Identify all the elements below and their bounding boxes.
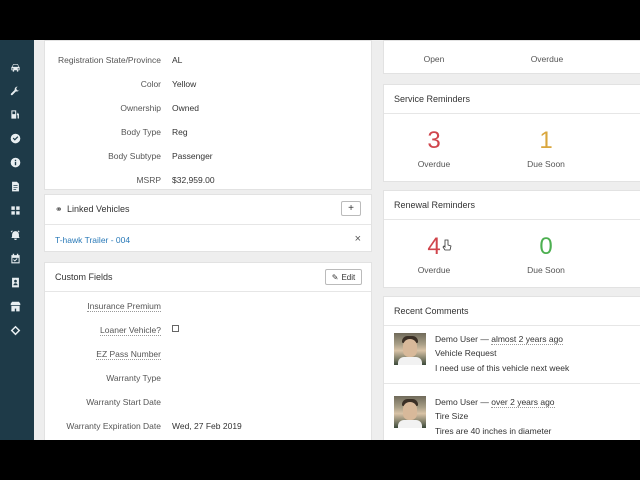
alarm-icon[interactable] — [8, 227, 22, 241]
service-reminders-title: Service Reminders — [394, 94, 471, 104]
comment-author[interactable]: Demo User — over 2 years ago — [435, 397, 555, 408]
renewal-due-soon-label: Due Soon — [527, 265, 565, 275]
remove-linked-vehicle-icon[interactable]: × — [355, 233, 361, 245]
car-icon[interactable] — [8, 60, 22, 74]
custom-fields-card: Custom Fields ✎ Edit Insurance Premium L… — [44, 262, 372, 440]
document-icon[interactable] — [8, 179, 22, 193]
custom-field-label: Warranty Type — [106, 373, 161, 383]
linked-vehicles-card: ⚭ Linked Vehicles + T-hawk Trailer - 004… — [44, 194, 372, 252]
service-overdue-count[interactable]: 3 — [404, 127, 464, 155]
comment-subject: Tire Size — [435, 411, 469, 421]
shop-icon[interactable] — [8, 299, 22, 313]
fuel-icon[interactable] — [8, 107, 22, 121]
detail-value: Owned — [172, 103, 199, 113]
detail-value: AL — [172, 55, 183, 65]
detail-label: Registration State/Province — [58, 55, 161, 65]
detail-value: $32,959.00 — [172, 175, 215, 185]
link-icon: ⚭ — [55, 204, 63, 214]
overdue-label: Overdue — [530, 54, 564, 64]
linked-vehicle-link[interactable]: T-hawk Trailer - 004 — [55, 235, 130, 245]
comment-time: almost 2 years ago — [491, 334, 564, 345]
add-linked-vehicle-button[interactable]: + — [341, 201, 361, 216]
detail-label: Ownership — [120, 103, 161, 113]
recent-comments-title: Recent Comments — [394, 306, 469, 316]
open-label: Open — [423, 54, 445, 64]
custom-field-label: Warranty Expiration Date — [66, 421, 161, 431]
comment-body: I need use of this vehicle next week — [435, 363, 570, 373]
comment-subject: Vehicle Request — [435, 348, 497, 358]
edit-label: Edit — [341, 272, 356, 282]
calendar-icon[interactable] — [8, 251, 22, 265]
renewal-due-soon-count[interactable]: 0 — [516, 233, 576, 261]
warranty-expiration-value: Wed, 27 Feb 2019 — [172, 421, 242, 431]
detail-value: Yellow — [172, 79, 197, 89]
contact-icon[interactable] — [8, 275, 22, 289]
custom-fields-title: Custom Fields — [55, 272, 113, 282]
check-circle-icon[interactable] — [8, 131, 22, 145]
detail-label: Body Type — [120, 127, 161, 137]
edit-custom-fields-button[interactable]: ✎ Edit — [325, 269, 362, 285]
renewal-overdue-label: Overdue — [417, 265, 451, 275]
linked-vehicles-title: Linked Vehicles — [67, 204, 130, 214]
grid-icon[interactable] — [8, 203, 22, 217]
avatar[interactable] — [394, 396, 426, 428]
comment-time: over 2 years ago — [491, 397, 555, 408]
detail-label: Color — [140, 79, 161, 89]
detail-label: Body Subtype — [108, 151, 161, 161]
service-due-soon-label: Due Soon — [527, 159, 565, 169]
pencil-icon: ✎ — [331, 272, 339, 282]
custom-field-label: Loaner Vehicle? — [100, 325, 161, 336]
custom-field-label: EZ Pass Number — [96, 349, 161, 360]
custom-field-label: Warranty Start Date — [86, 397, 161, 407]
renewal-overdue-count[interactable]: 4 — [404, 233, 464, 261]
waypoint-icon[interactable] — [8, 323, 22, 337]
detail-value: Passenger — [172, 151, 213, 161]
service-reminders-card: Service Reminders 3 Overdue 1 Due Soon — [383, 84, 640, 182]
renewal-reminders-card: Renewal Reminders 4 Overdue 0 Due Soon — [383, 190, 640, 288]
issues-summary-card: Open Overdue — [383, 40, 640, 74]
custom-field-label: Insurance Premium — [87, 301, 161, 312]
renewal-reminders-title: Renewal Reminders — [394, 200, 476, 210]
loaner-vehicle-checkbox[interactable] — [172, 325, 179, 332]
recent-comments-card: Recent Comments Demo User — almost 2 yea… — [383, 296, 640, 440]
wrench-icon[interactable] — [8, 84, 22, 98]
service-overdue-label: Overdue — [417, 159, 451, 169]
sidebar — [0, 40, 34, 440]
detail-label: MSRP — [136, 175, 161, 185]
comment-body: Tires are 40 inches in diameter — [435, 426, 552, 436]
comment-author[interactable]: Demo User — almost 2 years ago — [435, 334, 564, 345]
detail-value: Reg — [172, 127, 188, 137]
cursor-pointer-icon — [442, 239, 452, 251]
avatar[interactable] — [394, 333, 426, 365]
info-icon[interactable] — [8, 155, 22, 169]
service-due-soon-count[interactable]: 1 — [516, 127, 576, 155]
app-stage: Registration State/Province AL Color Yel… — [0, 40, 640, 440]
vehicle-details-card: Registration State/Province AL Color Yel… — [44, 40, 372, 190]
